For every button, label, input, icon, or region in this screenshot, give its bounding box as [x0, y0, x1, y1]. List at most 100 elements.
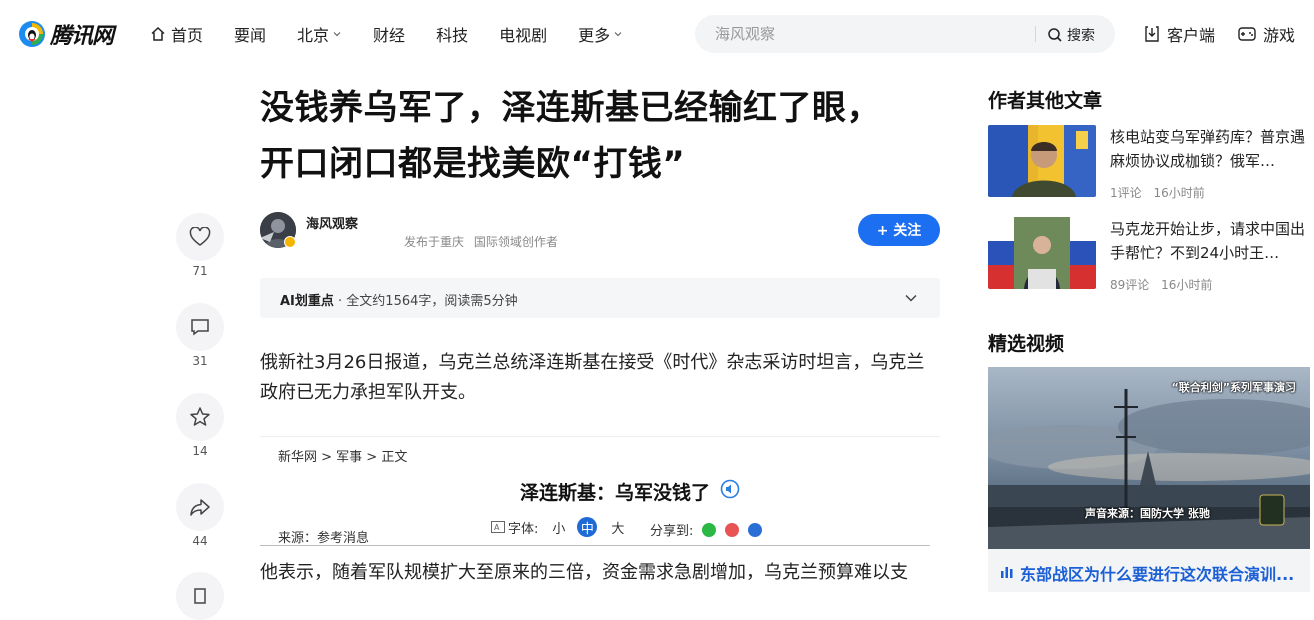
search-button[interactable]: 搜索 — [1047, 25, 1095, 45]
chevron-down-icon — [905, 294, 917, 302]
search-button-label: 搜索 — [1067, 28, 1095, 44]
embed-source: 来源：参考消息 — [278, 531, 370, 546]
nav-tech-label: 科技 — [436, 26, 469, 45]
nav-more[interactable]: 更多 — [578, 22, 623, 46]
weibo-icon — [725, 522, 740, 537]
video-caption-top: “联合利剑”系列军事演习 — [1171, 381, 1296, 394]
article-title: 没钱养乌军了，泽连斯基已经输红了眼， 开口闭口都是找美欧“打钱” — [260, 80, 950, 192]
divider — [260, 545, 930, 546]
nav-finance-label: 财经 — [373, 26, 406, 45]
search-box: 搜索 — [695, 15, 1115, 53]
author-name[interactable]: 海风观察 — [306, 213, 358, 232]
font-small: 小 — [552, 521, 566, 537]
ai-summary-label: AI划重点 — [280, 294, 334, 309]
follow-button[interactable]: + 关注 — [858, 214, 940, 246]
embedded-news-screenshot: 新华网 > 军事 > 正文 泽连斯基：乌军没钱了 来源：参考消息 A 字体: 小… — [260, 425, 940, 547]
ai-summary-text: AI划重点 · 全文约1564字，阅读需5分钟 — [280, 290, 518, 309]
like-count: 71 — [192, 264, 208, 278]
ai-summary-detail: · 全文约1564字，阅读需5分钟 — [333, 294, 518, 309]
document-icon — [194, 588, 206, 604]
home-icon — [150, 26, 166, 42]
thumbnail-image — [988, 217, 1096, 289]
like-button[interactable] — [176, 213, 224, 261]
comment-icon — [191, 319, 209, 336]
related-article-title[interactable]: 核电站变乌军弹药库？普京遇麻烦协议成枷锁？俄军… — [1110, 125, 1306, 173]
article-paragraph-2: 他表示，随着军队规模扩大至原来的三倍，资金需求急剧增加，乌克兰预算难以支 — [260, 562, 908, 583]
site-logo[interactable]: 腾讯网 — [18, 20, 114, 49]
star-icon — [190, 407, 210, 426]
search-icon — [1048, 28, 1062, 42]
nav-finance[interactable]: 财经 — [373, 22, 405, 46]
gamepad-icon — [1238, 27, 1256, 41]
verified-badge-icon — [284, 236, 296, 248]
nav-news-label: 要闻 — [234, 26, 267, 45]
top-header: 腾讯网 首页 要闻 北京 财经 科技 电视剧 更多 海风观察 搜索 客户端 游戏 — [0, 0, 1314, 68]
search-divider — [1035, 26, 1036, 42]
nav-tech[interactable]: 科技 — [436, 22, 468, 46]
wechat-icon — [702, 522, 717, 537]
font-label: 字体: — [508, 521, 539, 537]
tencent-logo-icon — [19, 21, 45, 47]
comment-count: 1评论 — [1110, 186, 1142, 200]
qzone-icon — [748, 522, 763, 537]
embed-share: 分享到: — [650, 520, 763, 539]
nav-beijing[interactable]: 北京 — [297, 22, 342, 46]
video-caption-bottom: 声音来源：国防大学 张驰 — [1085, 507, 1210, 520]
related-article-meta: 89评论 16小时前 — [1110, 276, 1212, 293]
divider — [260, 436, 940, 437]
related-article-title[interactable]: 马克龙开始让步，请求中国出手帮忙？不到24小时王… — [1110, 217, 1306, 265]
featured-video-player[interactable]: “联合利剑”系列军事演习 声音来源：国防大学 张驰 — [988, 367, 1310, 549]
article-thumbnail[interactable] — [988, 217, 1096, 289]
comment-count: 31 — [192, 354, 208, 368]
article-thumbnail[interactable] — [988, 125, 1096, 197]
chevron-down-icon — [613, 29, 623, 39]
favorite-count: 14 — [192, 444, 208, 458]
article-paragraph-1: 俄新社3月26日报道，乌克兰总统泽连斯基在接受《时代》杂志采访时坦言，乌克兰政府… — [260, 352, 925, 403]
embed-headline: 泽连斯基：乌军没钱了 — [520, 482, 711, 504]
author-meta: 发布于重庆 国际领域创作者 — [404, 233, 558, 250]
client-download-link[interactable]: 客户端 — [1143, 22, 1215, 46]
equalizer-icon — [1001, 567, 1013, 578]
more-actions-button[interactable] — [176, 572, 224, 620]
embed-breadcrumb: 新华网 > 军事 > 正文 — [278, 450, 408, 465]
nav-beijing-label: 北京 — [297, 26, 330, 45]
heart-icon — [189, 227, 211, 246]
nav-home-label: 首页 — [171, 26, 204, 45]
comment-button[interactable] — [176, 303, 224, 351]
embed-font-control: A 字体: 小 中 大 — [491, 517, 624, 537]
ai-summary-bar[interactable]: AI划重点 · 全文约1564字，阅读需5分钟 — [260, 278, 940, 318]
search-input[interactable] — [715, 24, 1015, 44]
article-title-line-2: 开口闭口都是找美欧“打钱” — [260, 144, 686, 184]
nav-tv[interactable]: 电视剧 — [499, 22, 547, 46]
author-title: 国际领域创作者 — [473, 235, 558, 249]
thumbnail-image — [988, 125, 1096, 197]
games-label: 游戏 — [1263, 26, 1296, 45]
related-article-meta: 1评论 16小时前 — [1110, 184, 1205, 201]
font-size-icon: A — [491, 521, 505, 533]
share-count: 44 — [192, 534, 208, 548]
client-label: 客户端 — [1167, 26, 1216, 45]
video-title: 东部战区为什么要进行这次联合演训... — [1020, 565, 1295, 584]
publish-location: 发布于重庆 — [404, 235, 465, 249]
chevron-down-icon — [332, 29, 342, 39]
download-icon — [1145, 26, 1159, 42]
comment-count: 89评论 — [1110, 278, 1150, 292]
share-button[interactable] — [176, 483, 224, 531]
nav-home[interactable]: 首页 — [150, 22, 203, 46]
featured-video-heading: 精选视频 — [988, 333, 1065, 355]
more-articles-heading: 作者其他文章 — [988, 90, 1103, 112]
nav-more-label: 更多 — [578, 26, 611, 45]
publish-time: 16小时前 — [1153, 186, 1205, 200]
publish-time: 16小时前 — [1161, 278, 1213, 292]
nav-news[interactable]: 要闻 — [234, 22, 266, 46]
video-title-bar[interactable]: 东部战区为什么要进行这次联合演训... — [988, 549, 1310, 592]
games-link[interactable]: 游戏 — [1237, 22, 1295, 46]
speaker-icon — [720, 479, 740, 499]
nav-tv-label: 电视剧 — [499, 26, 548, 45]
share-arrow-icon — [190, 499, 210, 516]
font-medium: 中 — [577, 517, 598, 537]
share-label: 分享到: — [650, 524, 694, 539]
article-title-line-1: 没钱养乌军了，泽连斯基已经输红了眼， — [260, 88, 881, 128]
favorite-button[interactable] — [176, 393, 224, 441]
font-large: 大 — [611, 521, 625, 537]
